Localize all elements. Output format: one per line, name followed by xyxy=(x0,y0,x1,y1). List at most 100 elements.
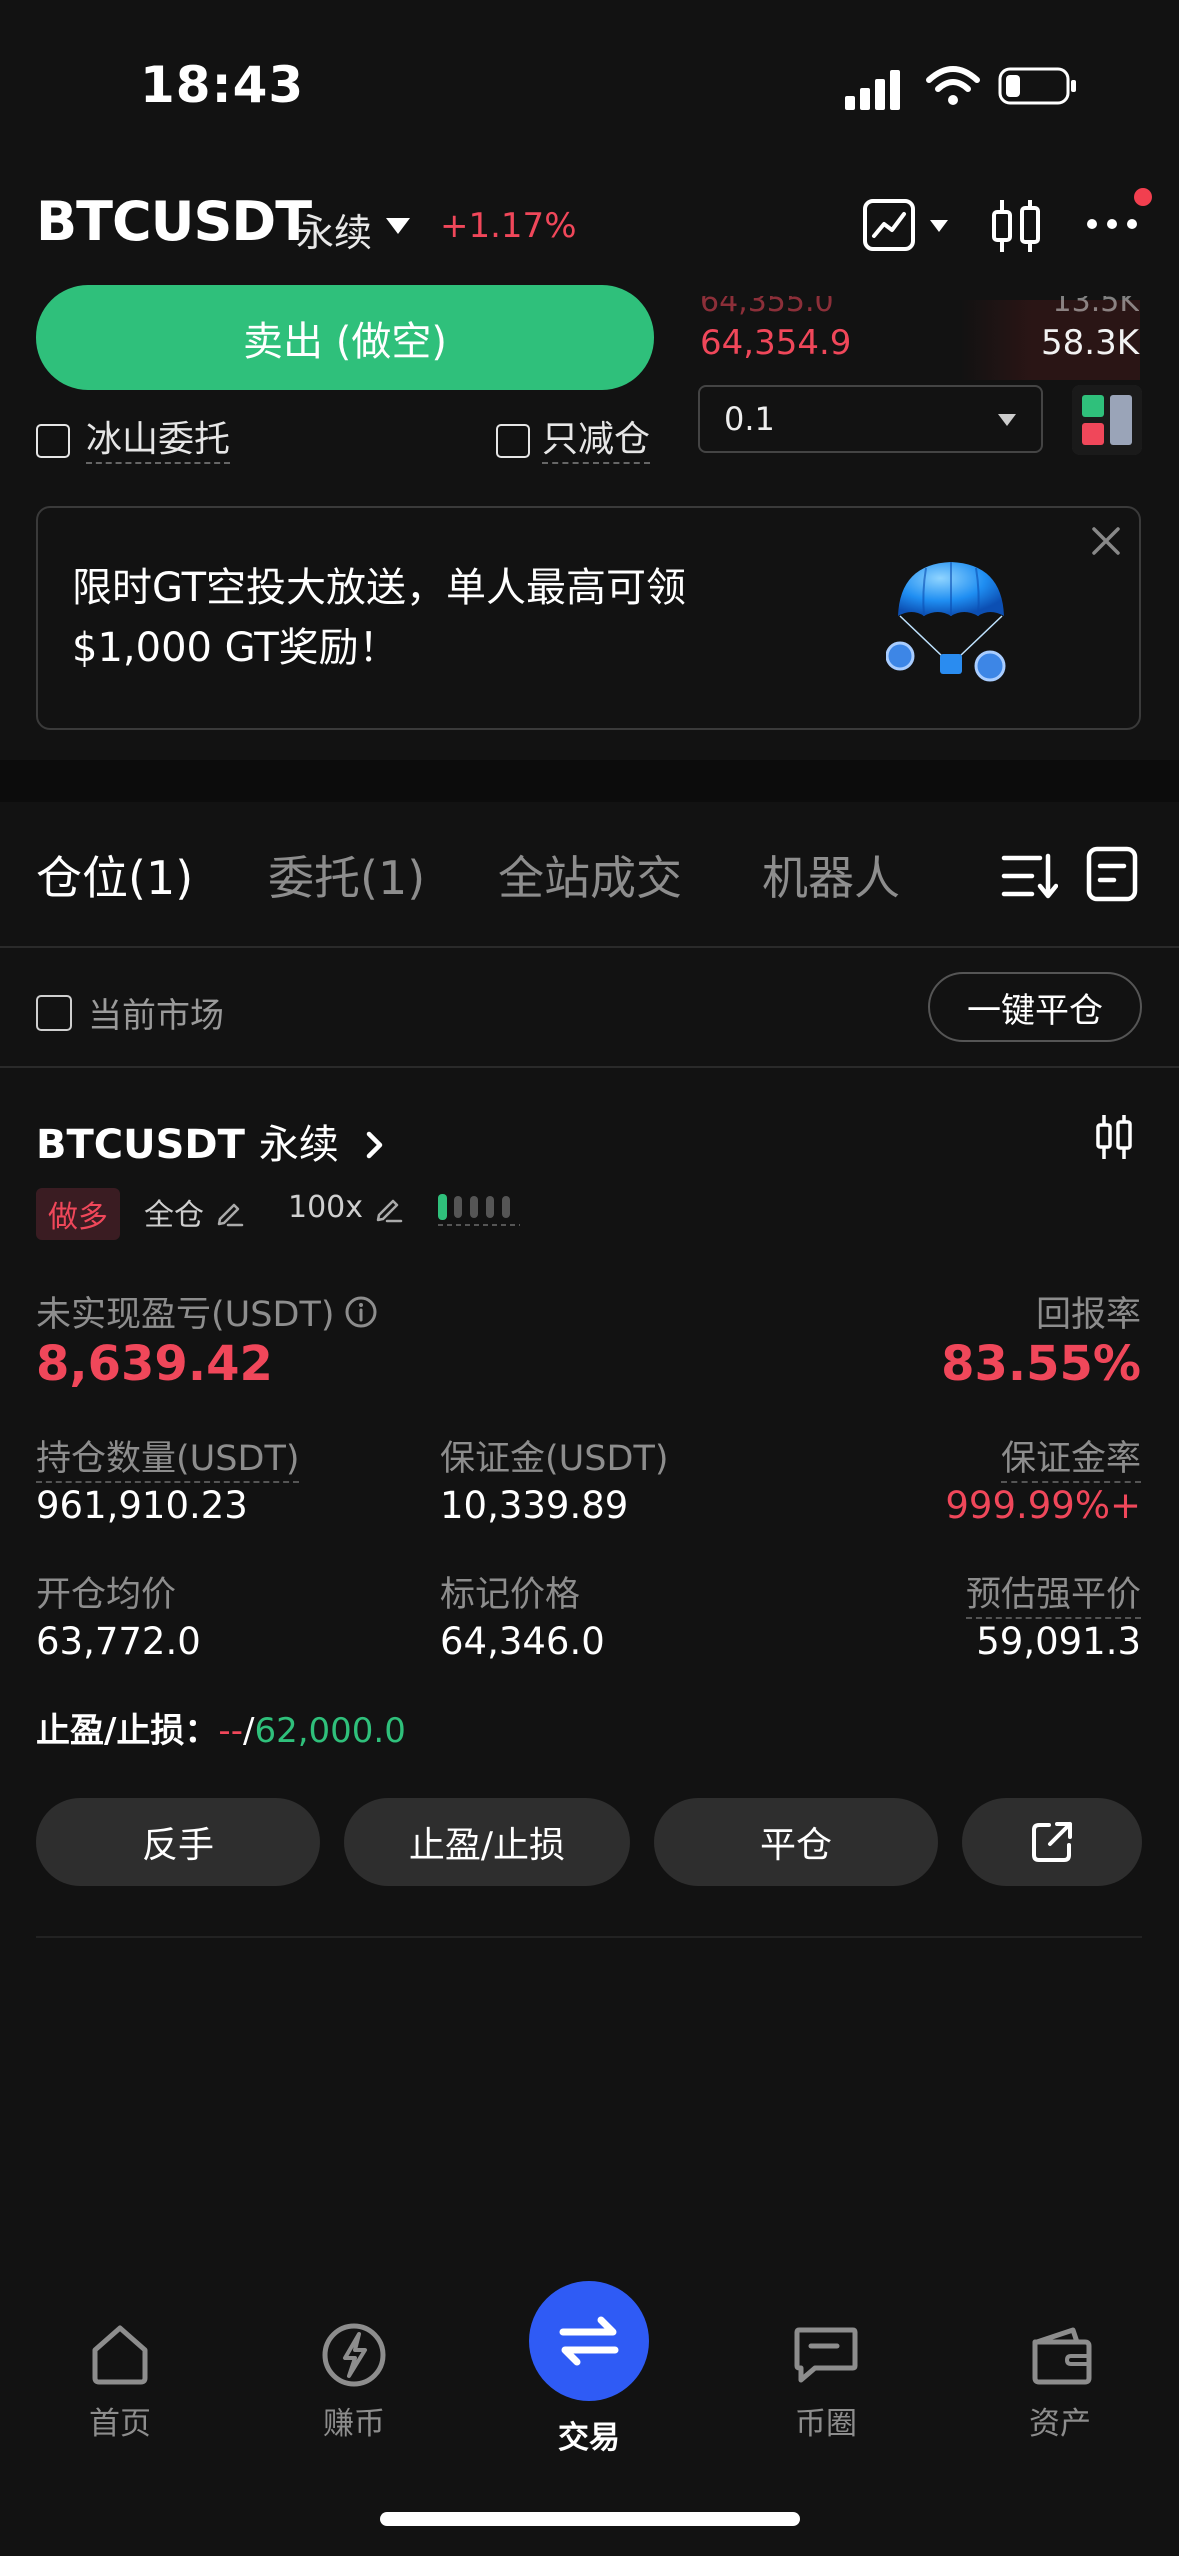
wallet-icon xyxy=(1032,2327,1092,2385)
share-button[interactable] xyxy=(962,1798,1142,1886)
margin-value: 10,339.89 xyxy=(440,1484,629,1527)
unrealized-pnl-label: 未实现盈亏(USDT) xyxy=(36,1295,335,1335)
tpsl-summary: 止盈/止损：--/62,000.0 xyxy=(36,1711,406,1751)
mark-price-label: 标记价格 xyxy=(440,1575,581,1615)
tab-positions[interactable]: 仓位(1) xyxy=(36,842,193,908)
entry-price-label: 开仓均价 xyxy=(36,1575,177,1615)
tab-bots[interactable]: 机器人 xyxy=(762,842,900,908)
position-symbol-link[interactable]: BTCUSDT 永续 xyxy=(36,1112,385,1170)
margin-ratio-label[interactable]: 保证金率 xyxy=(1000,1430,1141,1483)
orderbook-layout-icon[interactable] xyxy=(1072,385,1142,455)
quantity-value: 0.1 xyxy=(724,400,775,438)
share-external-icon xyxy=(1032,1822,1072,1862)
stop-loss-value: 62,000.0 xyxy=(254,1711,406,1751)
chevron-right-icon xyxy=(366,1131,383,1159)
close-icon[interactable] xyxy=(1089,524,1123,558)
nav-earn[interactable]: 赚币 xyxy=(284,2320,424,2443)
sort-icon[interactable] xyxy=(1000,850,1058,902)
mark-price-value: 64,346.0 xyxy=(440,1620,605,1663)
symbol-title[interactable]: BTCUSDT xyxy=(36,190,312,253)
liquidation-price-value: 59,091.3 xyxy=(976,1620,1141,1663)
trade-icon xyxy=(559,2316,619,2366)
battery-icon xyxy=(998,67,1076,105)
promo-banner[interactable]: 限时GT空投大放送，单人最高可领 $1,000 GT奖励！ xyxy=(36,506,1141,730)
margin-ratio-value: 999.99%+ xyxy=(945,1484,1141,1527)
orderbook-ask-amount: 13.5K xyxy=(1052,284,1139,319)
chevron-down-icon[interactable] xyxy=(384,216,412,236)
section-divider xyxy=(0,760,1179,802)
chevron-down-icon xyxy=(930,220,948,232)
community-icon xyxy=(794,2327,858,2383)
card-divider xyxy=(36,1936,1142,1938)
entry-price-value: 63,772.0 xyxy=(36,1620,201,1663)
margin-label: 保证金(USDT) xyxy=(440,1439,669,1479)
orderbook-ask-price[interactable]: 64,355.0 xyxy=(700,296,834,319)
wifi-icon xyxy=(926,66,980,105)
position-contract-type: 永续 xyxy=(258,1122,339,1168)
candlestick-icon[interactable] xyxy=(1094,1112,1134,1162)
contract-type-label[interactable]: 永续 xyxy=(296,202,372,257)
roe-value: 83.55% xyxy=(941,1336,1141,1392)
promo-line-1: 限时GT空投大放送，单人最高可领 xyxy=(72,565,687,611)
reverse-button[interactable]: 反手 xyxy=(36,1798,320,1886)
nav-community-label: 币圈 xyxy=(795,2406,857,2442)
orderbook-ask-amount: 58.3K xyxy=(1041,323,1139,363)
airdrop-parachute-icon xyxy=(886,562,1006,682)
promo-line-2: $1,000 GT奖励！ xyxy=(72,625,399,671)
unrealized-pnl-value: 8,639.42 xyxy=(36,1336,273,1392)
cellular-signal-icon xyxy=(845,70,900,110)
price-change: +1.17% xyxy=(440,206,577,246)
position-tabs: 仓位(1) 委托(1) 全站成交 机器人 xyxy=(0,802,1179,948)
margin-mode-editor[interactable]: 全仓 xyxy=(144,1190,244,1234)
home-icon xyxy=(92,2325,148,2385)
status-time: 18:43 xyxy=(140,56,305,114)
nav-home[interactable]: 首页 xyxy=(50,2320,190,2443)
line-chart-icon xyxy=(863,199,915,251)
take-profit-value: -- xyxy=(218,1711,243,1751)
more-options-icon[interactable] xyxy=(1084,214,1140,234)
reduce-only-option[interactable]: 只减仓 xyxy=(496,418,651,464)
size-label[interactable]: 持仓数量(USDT) xyxy=(36,1430,300,1483)
info-icon[interactable] xyxy=(344,1295,378,1329)
nav-assets-label: 资产 xyxy=(1029,2406,1091,2442)
orderbook-ask-price[interactable]: 64,354.9 xyxy=(700,323,851,363)
promo-text: 限时GT空投大放送，单人最高可领 $1,000 GT奖励！ xyxy=(72,558,686,678)
close-position-button[interactable]: 平仓 xyxy=(654,1798,938,1886)
tab-market-trades[interactable]: 全站成交 xyxy=(498,842,682,908)
current-market-checkbox[interactable] xyxy=(36,994,72,1031)
current-market-filter[interactable]: 当前市场 xyxy=(36,988,224,1037)
sell-short-button[interactable]: 卖出 (做空) xyxy=(36,285,654,390)
nav-home-label: 首页 xyxy=(89,2406,151,2442)
quantity-selector[interactable]: 0.1 xyxy=(698,385,1043,453)
chevron-down-icon xyxy=(998,414,1016,426)
nav-earn-label: 赚币 xyxy=(323,2406,385,2442)
close-all-button[interactable]: 一键平仓 xyxy=(928,972,1142,1042)
nav-trade-button[interactable] xyxy=(529,2281,649,2401)
liquidation-price-label[interactable]: 预估强平价 xyxy=(965,1566,1141,1619)
margin-mode: 全仓 xyxy=(144,1198,204,1233)
nav-assets[interactable]: 资产 xyxy=(990,2320,1130,2443)
candlestick-icon[interactable] xyxy=(988,196,1044,256)
notification-dot xyxy=(1134,188,1152,206)
tpsl-button[interactable]: 止盈/止损 xyxy=(344,1798,630,1886)
current-market-label: 当前市场 xyxy=(88,996,224,1036)
leverage: 100x xyxy=(288,1190,364,1225)
side-badge: 做多 xyxy=(36,1188,120,1240)
order-history-icon[interactable] xyxy=(1086,846,1138,902)
risk-level-indicator xyxy=(438,1194,520,1226)
earn-icon xyxy=(322,2323,386,2387)
edit-icon xyxy=(217,1203,244,1227)
chart-dropdown-button[interactable] xyxy=(862,198,948,256)
iceberg-order-option[interactable]: 冰山委托 xyxy=(36,418,231,464)
reduce-only-checkbox[interactable] xyxy=(496,424,530,458)
nav-community[interactable]: 币圈 xyxy=(756,2320,896,2443)
iceberg-checkbox[interactable] xyxy=(36,424,70,458)
leverage-editor[interactable]: 100x xyxy=(288,1190,403,1225)
home-indicator xyxy=(380,2512,800,2526)
roe-label: 回报率 xyxy=(1035,1295,1141,1335)
edit-icon xyxy=(376,1199,403,1222)
tab-orders[interactable]: 委托(1) xyxy=(268,842,425,908)
unrealized-pnl-header: 未实现盈亏(USDT) xyxy=(36,1286,378,1337)
position-symbol: BTCUSDT xyxy=(36,1122,245,1168)
nav-trade-label[interactable]: 交易 xyxy=(519,2412,659,2457)
